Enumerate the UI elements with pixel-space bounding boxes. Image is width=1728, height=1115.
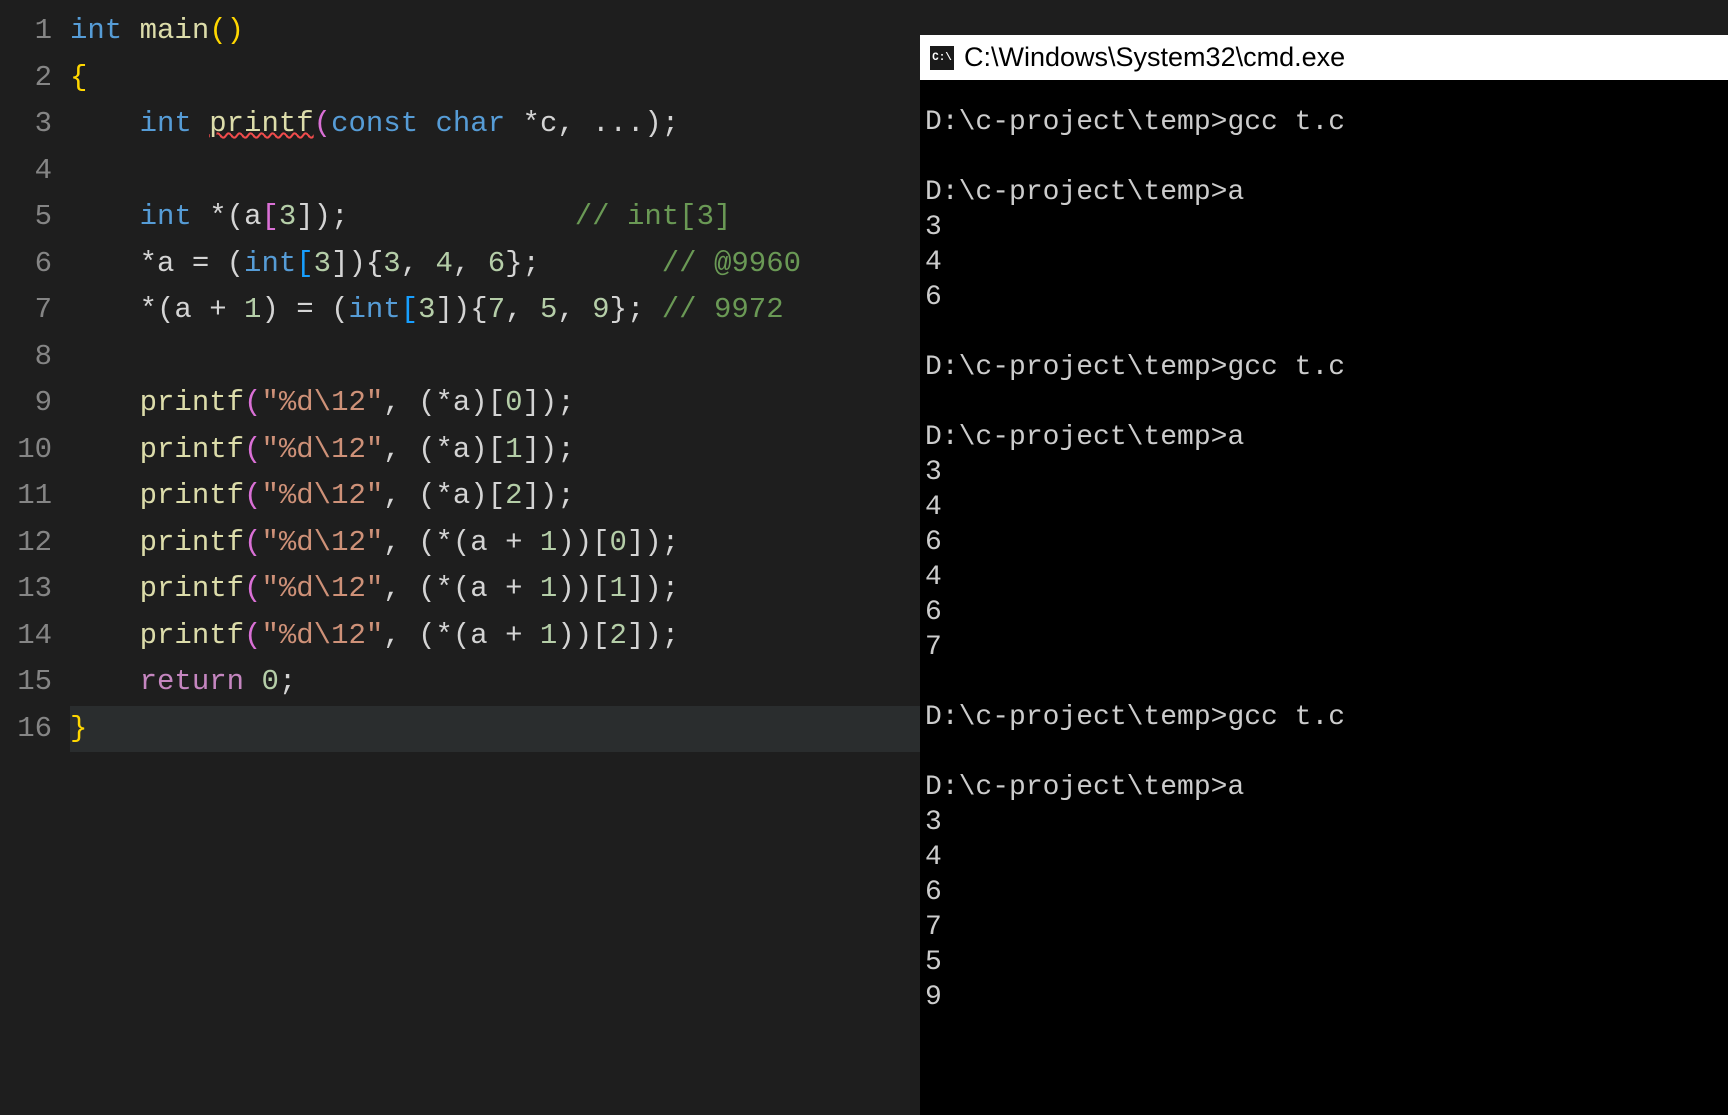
terminal-titlebar[interactable]: C:\ C:\Windows\System32\cmd.exe (920, 35, 1728, 80)
code-line[interactable]: printf("%d\12", (*(a + 1))[1]); (70, 566, 920, 613)
code-line[interactable]: printf("%d\12", (*a)[1]); (70, 427, 920, 474)
code-line[interactable]: int main() (70, 8, 920, 55)
cmd-icon: C:\ (930, 46, 954, 70)
code-line[interactable]: printf("%d\12", (*(a + 1))[0]); (70, 520, 920, 567)
line-number: 16 (0, 706, 70, 753)
code-editor-pane[interactable]: 1 2 3 4 5 6 7 8 9 10 11 12 13 14 15 16 i… (0, 0, 920, 1080)
line-number: 12 (0, 520, 70, 567)
code-line[interactable]: { (70, 55, 920, 102)
line-number: 9 (0, 380, 70, 427)
line-number: 11 (0, 473, 70, 520)
code-line[interactable]: printf("%d\12", (*a)[0]); (70, 380, 920, 427)
code-line[interactable]: } (70, 706, 920, 753)
line-number: 8 (0, 334, 70, 381)
code-line[interactable]: *a = (int[3]){3, 4, 6}; // @9960 (70, 241, 920, 288)
line-number: 3 (0, 101, 70, 148)
line-number-gutter: 1 2 3 4 5 6 7 8 9 10 11 12 13 14 15 16 (0, 0, 70, 1080)
code-line[interactable]: *(a + 1) = (int[3]){7, 5, 9}; // 9972 (70, 287, 920, 334)
code-line[interactable]: printf("%d\12", (*a)[2]); (70, 473, 920, 520)
line-number: 14 (0, 613, 70, 660)
line-number: 5 (0, 194, 70, 241)
line-number: 13 (0, 566, 70, 613)
terminal-output[interactable]: D:\c-project\temp>gcc t.c D:\c-project\t… (920, 80, 1728, 1020)
code-line[interactable]: printf("%d\12", (*(a + 1))[2]); (70, 613, 920, 660)
code-line[interactable]: return 0; (70, 659, 920, 706)
line-number: 1 (0, 8, 70, 55)
line-number: 6 (0, 241, 70, 288)
line-number: 7 (0, 287, 70, 334)
code-line[interactable] (70, 148, 920, 195)
terminal-window[interactable]: C:\ C:\Windows\System32\cmd.exe D:\c-pro… (920, 35, 1728, 1115)
code-text-area[interactable]: int main() { int printf(const char *c, .… (70, 0, 920, 1080)
code-line[interactable]: int *(a[3]); // int[3] (70, 194, 920, 241)
code-line[interactable] (70, 334, 920, 381)
line-number: 4 (0, 148, 70, 195)
line-number: 10 (0, 427, 70, 474)
line-number: 2 (0, 55, 70, 102)
line-number: 15 (0, 659, 70, 706)
terminal-title: C:\Windows\System32\cmd.exe (964, 42, 1345, 73)
code-line[interactable]: int printf(const char *c, ...); (70, 101, 920, 148)
